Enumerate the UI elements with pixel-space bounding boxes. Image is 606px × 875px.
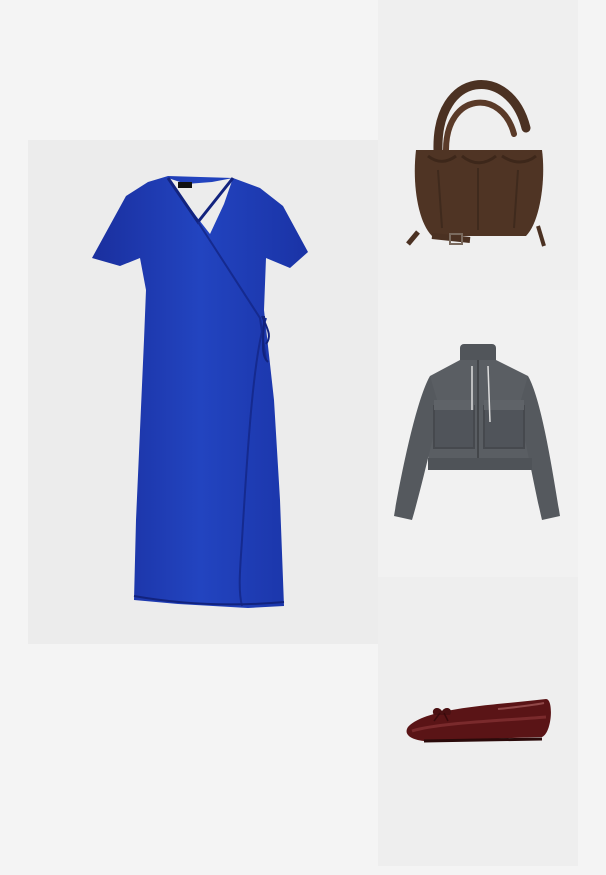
burgundy-ballet-flat-image: [406, 699, 551, 743]
bag-tile[interactable]: [378, 0, 578, 290]
grey-cropped-jacket-image: [394, 344, 560, 520]
jacket-tile[interactable]: [378, 290, 578, 577]
dress-tile[interactable]: [28, 140, 378, 644]
brown-suede-bag-image: [406, 80, 546, 247]
blue-wrap-dress-image: [92, 176, 308, 608]
shoe-tile[interactable]: [378, 577, 578, 866]
